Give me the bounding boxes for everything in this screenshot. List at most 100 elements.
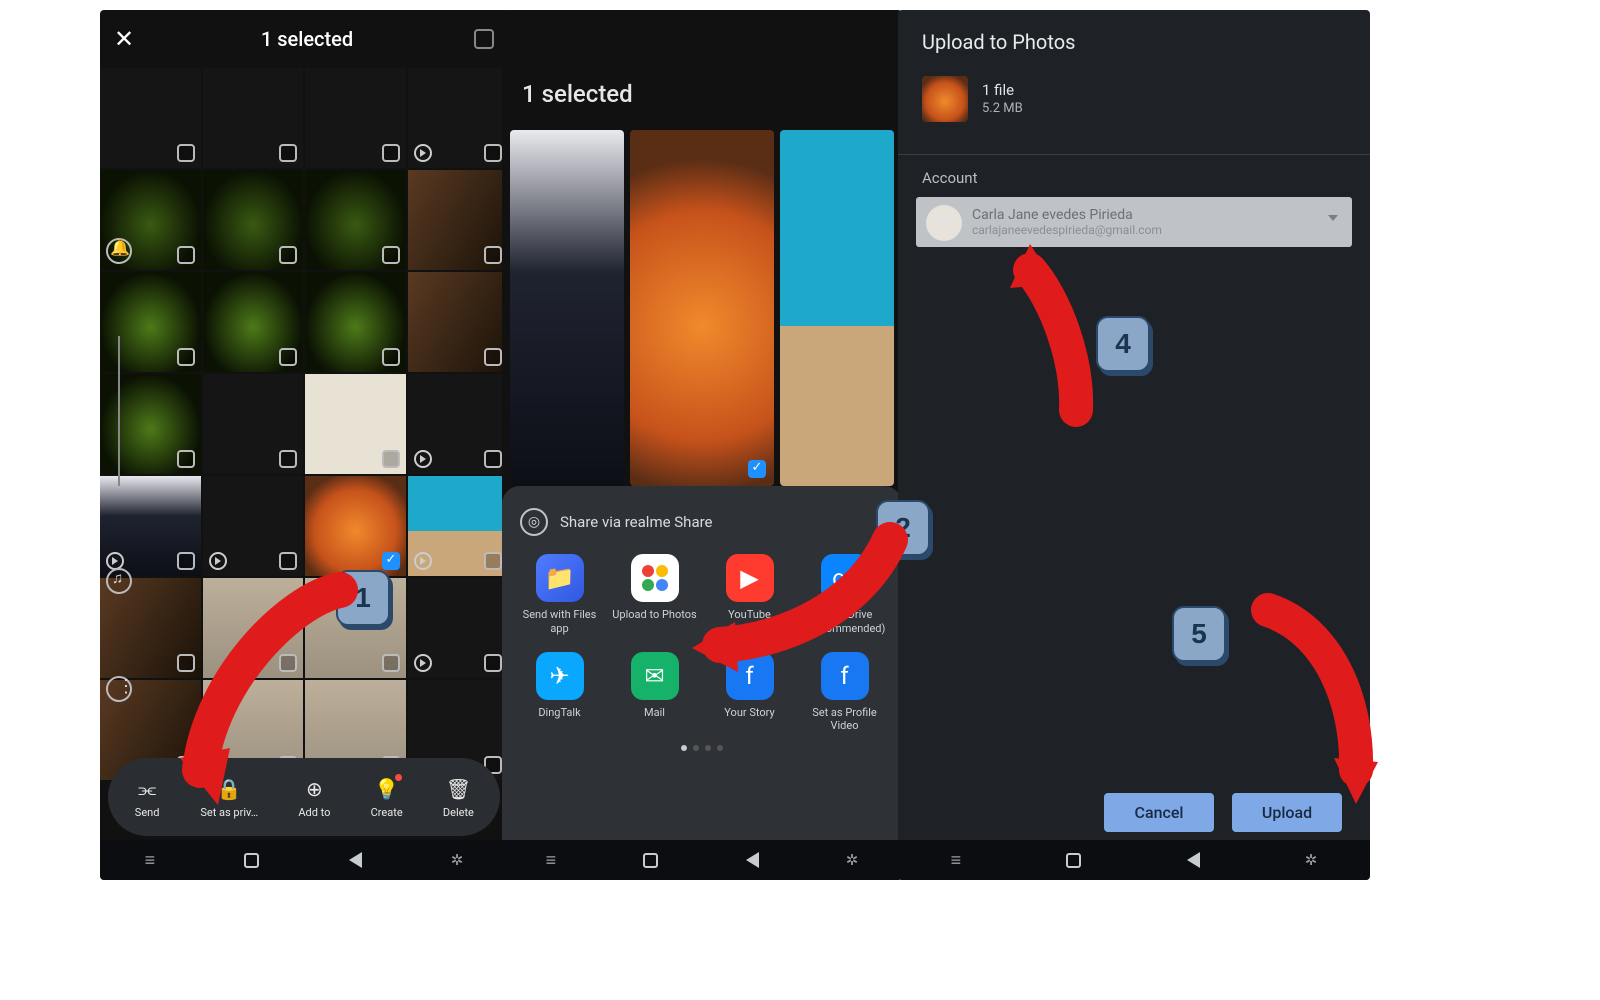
delete-button[interactable]: 🗑 Delete — [443, 776, 474, 819]
back-icon[interactable] — [349, 852, 362, 868]
preview-thumb-selected[interactable] — [630, 130, 773, 486]
thumbnail[interactable] — [305, 68, 406, 168]
accessibility-icon[interactable]: ✲ — [846, 851, 859, 869]
account-selector[interactable]: Carla Jane evedes Pirieda carlajaneevede… — [916, 197, 1352, 247]
share-target-google-photos[interactable]: Upload to Photos — [611, 554, 698, 636]
bell-icon[interactable] — [106, 238, 132, 264]
back-icon[interactable] — [1187, 852, 1200, 868]
set-private-button[interactable]: 🔒 Set as priv… — [200, 776, 258, 819]
preview-thumb[interactable] — [780, 130, 894, 486]
recent-apps-icon[interactable]: ≡ — [546, 850, 557, 871]
thumbnail[interactable] — [305, 170, 406, 270]
upload-header: Upload to Photos — [898, 10, 1370, 68]
checkmark-icon — [748, 460, 766, 478]
thumbnail[interactable] — [305, 374, 406, 474]
scroll-indicator — [118, 336, 120, 486]
realme-share-row[interactable]: ◎ Share via realme Share — [520, 508, 884, 536]
select-all-checkbox[interactable] — [474, 29, 494, 49]
plus-circle-icon: ⊕ — [301, 776, 327, 802]
music-icon[interactable] — [106, 568, 132, 594]
step-badge-2: 2 — [876, 500, 930, 556]
share-icon: ⫘ — [134, 776, 160, 802]
share-target-mail[interactable]: ✉ Mail — [611, 652, 698, 734]
chevron-down-icon — [1328, 215, 1338, 221]
play-icon — [414, 450, 432, 468]
home-icon[interactable] — [244, 853, 259, 868]
account-name: Carla Jane evedes Pirieda — [972, 207, 1308, 223]
accessibility-icon[interactable]: ✲ — [1305, 851, 1318, 869]
preview-thumb[interactable] — [510, 130, 624, 486]
play-icon — [414, 144, 432, 162]
app-label: Send with Files app — [516, 608, 603, 636]
file-thumbnail — [922, 76, 968, 122]
file-size: 5.2 MB — [982, 100, 1023, 118]
cancel-button[interactable]: Cancel — [1104, 793, 1214, 832]
android-navbar: ≡ ✲ — [502, 840, 902, 880]
action-label: Set as priv… — [200, 806, 258, 819]
thumbnail[interactable] — [203, 476, 304, 576]
thumbnail[interactable] — [100, 68, 201, 168]
dingtalk-icon: ✈ — [536, 652, 584, 700]
action-label: Add to — [298, 806, 330, 819]
share-target-dingtalk[interactable]: ✈ DingTalk — [516, 652, 603, 734]
lock-icon: 🔒 — [216, 776, 242, 802]
play-icon — [414, 552, 432, 570]
close-icon[interactable]: ✕ — [114, 25, 140, 53]
recent-apps-icon[interactable]: ≡ — [145, 850, 156, 871]
app-label: Upload to Photos — [612, 608, 696, 622]
selection-count: 1 selected — [502, 10, 902, 130]
share-target-cloud-drive[interactable]: ∞ Cloud Drive (Recommended) — [801, 554, 888, 636]
share-target-files[interactable]: 📁 Send with Files app — [516, 554, 603, 636]
thumbnail-grid — [100, 68, 508, 808]
file-summary: 1 file 5.2 MB — [898, 68, 1370, 150]
page-indicator — [516, 745, 888, 751]
app-label: Your Story — [724, 706, 774, 720]
android-navbar: ≡ ✲ — [898, 840, 1370, 880]
share-target-youtube[interactable]: ▶ YouTube — [706, 554, 793, 636]
thumbnail[interactable] — [408, 476, 509, 576]
selection-count: 1 selected — [140, 27, 474, 51]
recent-apps-icon[interactable]: ≡ — [951, 850, 962, 871]
send-button[interactable]: ⫘ Send — [134, 776, 160, 819]
realme-share-label: Share via realme Share — [560, 513, 713, 531]
thumbnail[interactable] — [408, 272, 509, 372]
upload-button[interactable]: Upload — [1232, 793, 1342, 832]
mail-icon: ✉ — [631, 652, 679, 700]
thumbnail-selected[interactable] — [305, 476, 406, 576]
bulb-icon: 💡 — [374, 776, 400, 802]
thumbnail[interactable] — [203, 374, 304, 474]
cloud-drive-icon: ∞ — [821, 554, 869, 602]
more-icon[interactable] — [106, 676, 132, 702]
gallery-topbar: ✕ 1 selected — [100, 10, 508, 68]
thumbnail[interactable] — [203, 578, 304, 678]
home-icon[interactable] — [1066, 853, 1081, 868]
add-to-button[interactable]: ⊕ Add to — [298, 776, 330, 819]
thumbnail[interactable] — [203, 272, 304, 372]
back-icon[interactable] — [746, 852, 759, 868]
play-icon — [414, 654, 432, 672]
share-target-profile-video[interactable]: f Set as Profile Video — [801, 652, 888, 734]
thumbnail[interactable] — [203, 170, 304, 270]
thumbnail[interactable] — [408, 374, 509, 474]
account-label: Account — [898, 169, 1370, 197]
step-badge-4: 4 — [1096, 316, 1150, 372]
thumbnail[interactable] — [305, 272, 406, 372]
app-label: Set as Profile Video — [801, 706, 888, 734]
home-icon[interactable] — [643, 853, 658, 868]
step-badge-5: 5 — [1172, 606, 1226, 662]
thumbnail[interactable] — [203, 68, 304, 168]
gallery-side-tools — [106, 238, 132, 702]
accessibility-icon[interactable]: ✲ — [451, 851, 464, 869]
preview-row — [502, 130, 902, 486]
share-target-your-story[interactable]: f Your Story — [706, 652, 793, 734]
thumbnail[interactable] — [408, 68, 509, 168]
google-photos-icon — [631, 554, 679, 602]
create-button[interactable]: 💡 Create — [371, 776, 403, 819]
app-label: Cloud Drive (Recommended) — [801, 608, 888, 636]
broadcast-icon: ◎ — [520, 508, 548, 536]
play-icon — [209, 552, 227, 570]
thumbnail[interactable] — [408, 170, 509, 270]
facebook-icon: f — [821, 652, 869, 700]
facebook-icon: f — [726, 652, 774, 700]
thumbnail[interactable] — [408, 578, 509, 678]
